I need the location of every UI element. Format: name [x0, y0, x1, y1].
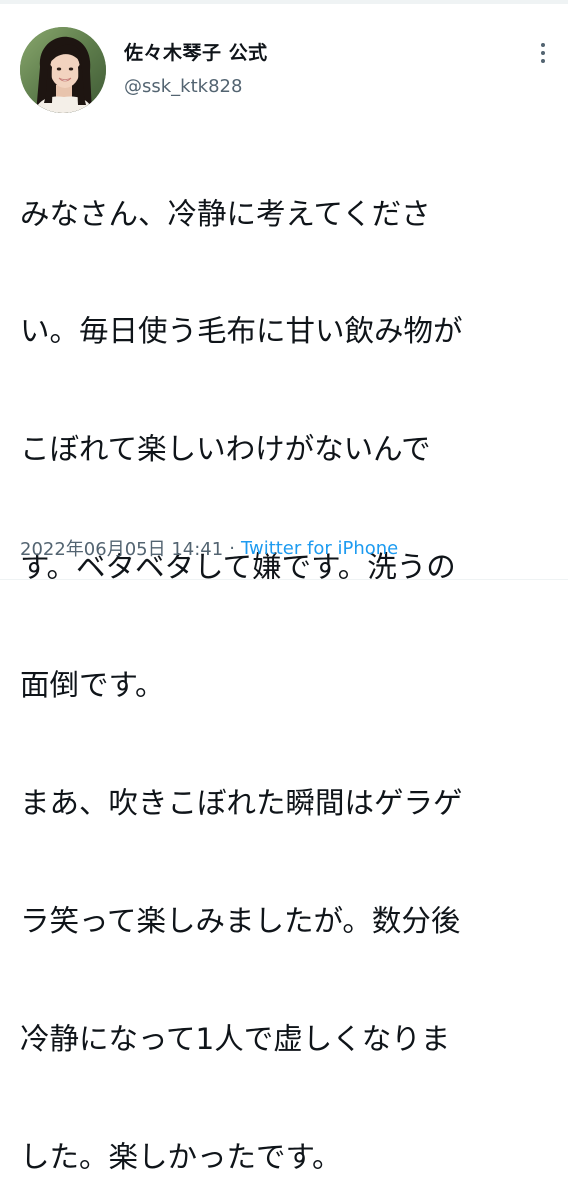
tweet-text-line: した。楽しかったです。	[20, 1139, 342, 1174]
more-options-button[interactable]	[528, 38, 558, 68]
display-name[interactable]: 佐々木琴子 公式	[124, 38, 268, 65]
more-vertical-icon	[541, 43, 545, 63]
tweet-text-line: みなさん、冷静に考えてくださ	[20, 196, 431, 231]
tweet: 佐々木琴子 公式 @ssk_ktk828 みなさん、冷静に考えてくださ い。毎日…	[0, 0, 568, 1174]
tweet-text: みなさん、冷静に考えてくださ い。毎日使う毛布に甘い飲み物が こぼれて楽しいわけ…	[20, 116, 556, 1200]
tweet-text-line: 冷静になって1人で虚しくなりま	[20, 1021, 451, 1056]
tweet-text-line: 面倒です。	[20, 668, 165, 703]
source-link[interactable]: Twitter for iPhone	[241, 538, 398, 559]
tweet-text-line: まあ、吹きこぼれた瞬間はゲラゲ	[20, 786, 463, 821]
tweet-text-line: い。毎日使う毛布に甘い飲み物が	[20, 314, 463, 349]
tweet-meta: 2022年06月05日 14:41 · Twitter for iPhone	[20, 535, 398, 561]
tweet-text-line: こぼれて楽しいわけがないんで	[20, 432, 431, 467]
timestamp[interactable]: 2022年06月05日 14:41	[20, 535, 223, 561]
avatar[interactable]	[20, 27, 106, 113]
tweet-text-line: ラ笑って楽しみましたが。数分後	[20, 903, 461, 938]
user-handle[interactable]: @ssk_ktk828	[124, 76, 242, 97]
bottom-divider	[0, 579, 568, 580]
meta-separator: ·	[229, 537, 235, 559]
avatar-photo	[20, 27, 106, 113]
